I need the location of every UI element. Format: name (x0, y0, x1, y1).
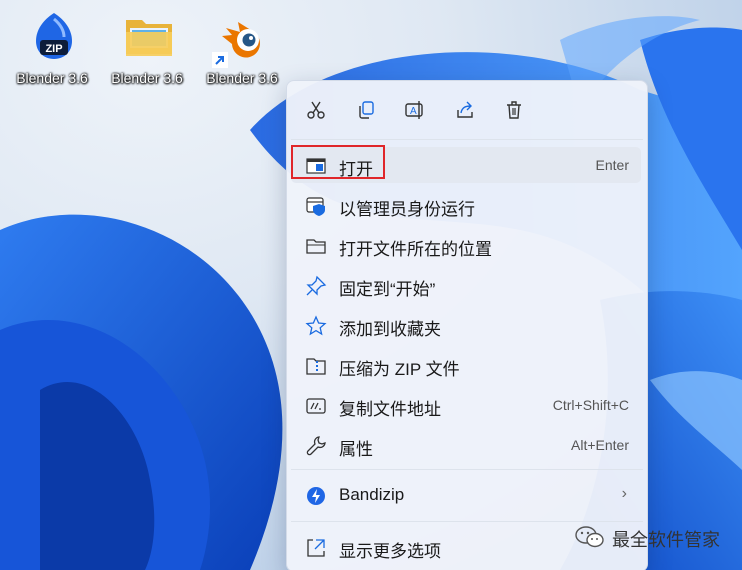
chevron-right-icon: › (621, 485, 627, 502)
desktop-icon-label: Blender 3.6 (111, 70, 183, 86)
menu-item-label: 以管理员身份运行 (339, 200, 475, 219)
menu-item-shortcut: Enter (595, 157, 629, 173)
desktop-icon-blender-folder[interactable]: Blender 3.6 (99, 6, 195, 92)
run-as-admin-icon (306, 197, 325, 216)
menu-item-compress-zip[interactable]: 压缩为 ZIP 文件 (291, 347, 641, 383)
zip-folder-icon (306, 358, 326, 375)
highlight-box (291, 145, 385, 179)
menu-item-open-file-location[interactable]: 打开文件所在的位置 (291, 227, 641, 263)
desktop: ZIP Blender 3.6 Blender 3.6 Blender 3.6 (0, 0, 742, 570)
menu-divider (291, 469, 643, 470)
menu-item-label: Bandizip (339, 485, 405, 504)
menu-item-run-as-admin[interactable]: 以管理员身份运行 (291, 187, 641, 223)
shortcut-arrow-icon (212, 52, 228, 68)
wrench-icon (306, 436, 326, 456)
copy-icon (359, 101, 374, 119)
menu-item-label: 固定到“开始” (339, 280, 436, 299)
menu-item-label: 打开文件所在的位置 (339, 240, 492, 259)
svg-text:A: A (410, 106, 417, 117)
desktop-icon-label: Blender 3.6 (206, 70, 278, 86)
rename-button[interactable]: A (400, 96, 430, 124)
more-options-icon (307, 539, 325, 557)
zip-archive-icon: ZIP (36, 13, 72, 59)
menu-item-label: 压缩为 ZIP 文件 (339, 360, 460, 379)
menu-item-label: 属性 (339, 440, 373, 459)
copy-button[interactable] (351, 96, 381, 124)
menu-item-shortcut: Ctrl+Shift+C (552, 397, 629, 413)
menu-item-add-to-favorites[interactable]: 添加到收藏夹 (291, 307, 641, 343)
desktop-icon-blender-shortcut[interactable]: Blender 3.6 (194, 6, 290, 92)
rename-icon: A (405, 101, 423, 119)
copy-path-icon (306, 398, 326, 414)
menu-item-label: 显示更多选项 (339, 542, 441, 561)
wechat-icon (575, 526, 604, 548)
cut-button[interactable] (301, 96, 331, 124)
watermark-text: 最全软件管家 (612, 530, 720, 550)
trash-icon (507, 101, 521, 119)
menu-divider (291, 139, 643, 140)
desktop-icon-label: Blender 3.6 (16, 70, 88, 86)
desktop-icon-blender-zip[interactable]: ZIP Blender 3.6 (4, 6, 100, 92)
quick-action-bar: A (287, 81, 647, 139)
menu-divider (291, 521, 643, 522)
share-icon (457, 101, 473, 118)
star-icon (305, 315, 327, 336)
scissors-icon (307, 101, 325, 119)
share-button[interactable] (450, 96, 480, 124)
menu-item-bandizip[interactable]: Bandizip › (291, 477, 641, 513)
pin-icon (306, 275, 327, 296)
menu-item-label: 复制文件地址 (339, 400, 441, 419)
folder-outline-icon (306, 239, 326, 254)
menu-item-properties[interactable]: 属性 Alt+Enter (291, 427, 641, 463)
svg-text:ZIP: ZIP (45, 43, 62, 55)
folder-icon (126, 20, 172, 56)
delete-button[interactable] (499, 96, 529, 124)
menu-item-label: 添加到收藏夹 (339, 320, 441, 339)
bandizip-icon (307, 487, 325, 505)
menu-item-pin-to-start[interactable]: 固定到“开始” (291, 267, 641, 303)
menu-item-copy-path[interactable]: 复制文件地址 Ctrl+Shift+C (291, 387, 641, 423)
menu-item-shortcut: Alt+Enter (571, 437, 629, 453)
